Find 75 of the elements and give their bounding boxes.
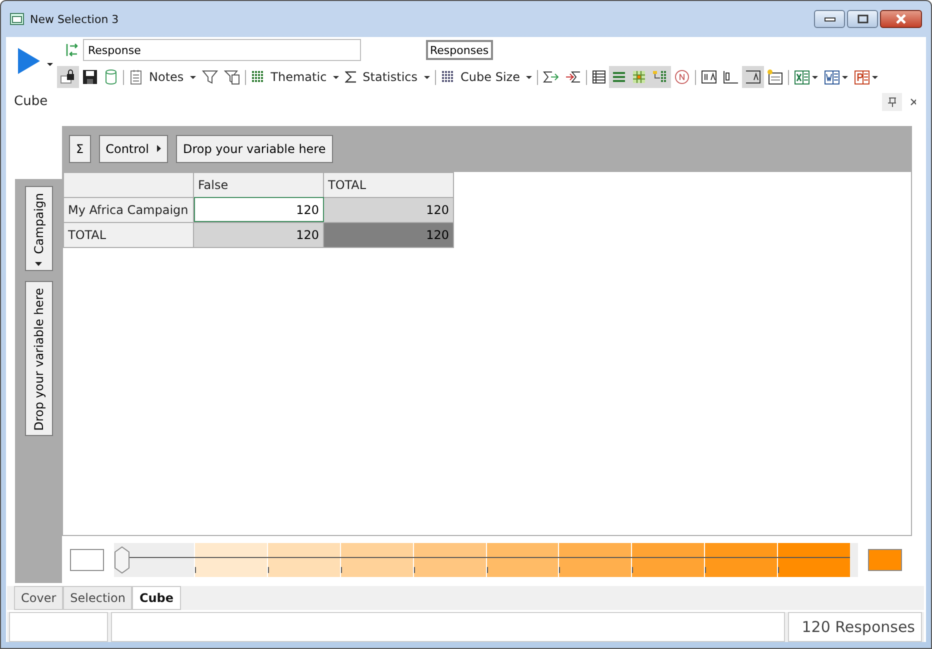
toolbar-menu[interactable]: Notes bbox=[146, 70, 199, 84]
caret-icon bbox=[35, 262, 42, 266]
control-button[interactable]: Control bbox=[98, 134, 168, 163]
color-scale-slider[interactable] bbox=[114, 542, 858, 577]
document-icon bbox=[824, 69, 840, 85]
maximize-button[interactable] bbox=[847, 10, 878, 28]
toolbar-menu[interactable]: Cube Size bbox=[458, 70, 535, 84]
caret-icon bbox=[812, 76, 818, 78]
table-cell: 120 bbox=[194, 197, 324, 222]
notepad-icon bbox=[129, 69, 143, 85]
value-icon bbox=[722, 70, 739, 84]
refresh-icon[interactable] bbox=[65, 43, 79, 57]
tree-grid-icon bbox=[652, 70, 668, 84]
filter-icon bbox=[202, 69, 218, 85]
grid-icon bbox=[250, 70, 265, 84]
spreadsheet-icon bbox=[794, 69, 810, 85]
toolbar-button[interactable] bbox=[742, 66, 764, 88]
play-icon[interactable] bbox=[17, 47, 41, 75]
colored-grid-icon bbox=[632, 70, 646, 84]
drop-variable-button[interactable]: Drop your variable here bbox=[176, 134, 333, 163]
drop-variable-button[interactable]: Drop your variable here bbox=[24, 280, 52, 436]
label-value-icon bbox=[700, 70, 717, 84]
column-header: False bbox=[194, 172, 324, 198]
query-field[interactable]: Response bbox=[83, 39, 361, 61]
status-text: 120 Responses bbox=[788, 612, 922, 642]
table-star-icon bbox=[766, 69, 783, 85]
table-filter-icon bbox=[224, 69, 240, 85]
tab[interactable]: Selection bbox=[63, 586, 132, 610]
slider-thumb[interactable] bbox=[114, 546, 130, 574]
close-button[interactable] bbox=[880, 10, 922, 28]
table-cell: 120 bbox=[194, 222, 324, 248]
circle-icon bbox=[674, 69, 690, 85]
campaign-button[interactable]: Campaign bbox=[24, 186, 52, 271]
lock-icon bbox=[60, 69, 76, 85]
caret-icon bbox=[332, 76, 339, 78]
caret-icon bbox=[156, 145, 161, 152]
sigma-icon bbox=[344, 70, 357, 84]
cylinder-icon bbox=[104, 69, 118, 85]
window-icon bbox=[10, 13, 24, 25]
tab[interactable]: Cover bbox=[14, 586, 64, 610]
color-swatch[interactable] bbox=[868, 548, 902, 571]
window-title: New Selection 3 bbox=[30, 12, 119, 26]
row-header: TOTAL bbox=[64, 222, 194, 248]
toolbar-button[interactable] bbox=[57, 66, 79, 88]
table-cell: 120 bbox=[324, 222, 454, 248]
toolbar-menu[interactable]: Thematic bbox=[268, 70, 342, 84]
sigma-arrow-icon bbox=[542, 70, 559, 84]
caret-icon bbox=[872, 76, 878, 78]
tab[interactable]: Cube bbox=[132, 586, 181, 610]
save-icon bbox=[82, 69, 98, 85]
toolbar-menu[interactable]: Statistics bbox=[360, 70, 433, 84]
row-header: My Africa Campaign bbox=[64, 197, 194, 222]
table-icon bbox=[592, 70, 606, 84]
pin-icon bbox=[888, 96, 896, 107]
column-header: TOTAL bbox=[324, 172, 454, 198]
lines-icon bbox=[612, 70, 626, 84]
panel-title: Cube bbox=[14, 94, 48, 110]
caret-icon bbox=[526, 76, 532, 78]
caret-icon bbox=[190, 76, 196, 78]
minimize-button[interactable] bbox=[814, 10, 845, 28]
color-swatch[interactable] bbox=[70, 548, 104, 571]
close-icon bbox=[910, 98, 916, 106]
minimize-icon bbox=[824, 16, 836, 22]
pin-button[interactable] bbox=[882, 92, 902, 111]
sigma-arrow-icon bbox=[564, 70, 581, 84]
caret-icon[interactable] bbox=[47, 62, 53, 66]
table-cell: 120 bbox=[324, 197, 454, 222]
responses-button[interactable]: Responses bbox=[426, 40, 493, 60]
label-icon bbox=[744, 70, 761, 84]
caret-icon bbox=[424, 76, 430, 78]
close-icon bbox=[894, 14, 908, 24]
maximize-icon bbox=[856, 14, 868, 24]
caret-icon bbox=[842, 76, 848, 78]
sigma-button[interactable]: Σ bbox=[69, 134, 91, 163]
grid-icon bbox=[440, 70, 455, 84]
